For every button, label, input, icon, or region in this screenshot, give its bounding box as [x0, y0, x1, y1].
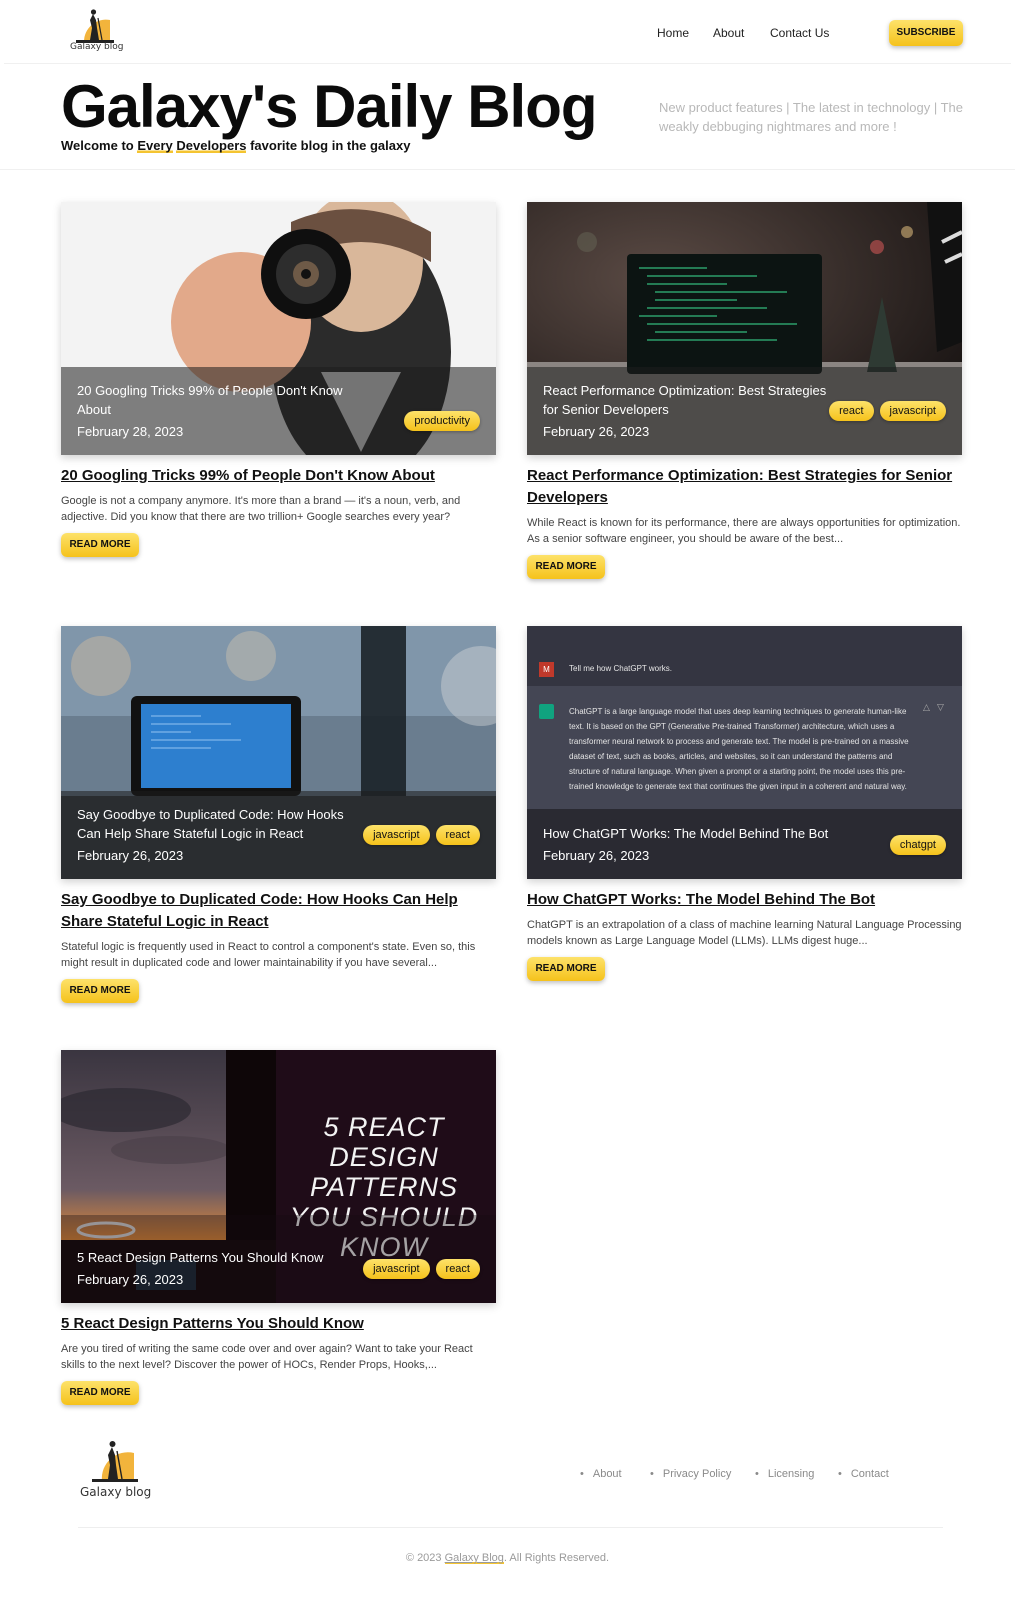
page-title: Galaxy's Daily Blog — [61, 73, 598, 140]
footer-logo-text: Galaxy blog — [80, 1485, 152, 1499]
post-card: 5 REACT DESIGN PATTERNS YOU SHOULD KNOW … — [61, 1050, 496, 1405]
post-card: 20 Googling Tricks 99% of People Don't K… — [61, 202, 496, 557]
post-overlay: 5 React Design Patterns You Should Know … — [61, 1215, 496, 1303]
post-title-link[interactable]: React Performance Optimization: Best Str… — [527, 465, 962, 509]
chatgpt-icon — [539, 704, 554, 719]
tag-badge[interactable]: javascript — [363, 825, 430, 845]
hero: Galaxy's Daily Blog Welcome to Every Dev… — [0, 64, 1015, 170]
post-image[interactable]: React Performance Optimization: Best Str… — [527, 202, 962, 455]
post-date: February 26, 2023 — [77, 1272, 184, 1287]
hero-tagline: New product features | The latest in tec… — [659, 100, 964, 134]
hero-highlight-every: Every — [137, 138, 173, 153]
tag-badge[interactable]: productivity — [404, 411, 480, 431]
nav-about[interactable]: About — [713, 26, 744, 40]
tag-badge[interactable]: javascript — [363, 1259, 430, 1279]
overlay-title: React Performance Optimization: Best Str… — [543, 383, 827, 417]
footer-logo[interactable]: Galaxy blog — [80, 1437, 152, 1502]
post-date: February 26, 2023 — [77, 848, 184, 863]
chat-prompt-text: Tell me how ChatGPT works. — [569, 664, 672, 673]
read-more-button[interactable]: READ MORE — [61, 979, 139, 1003]
overlay-title: 5 React Design Patterns You Should Know — [77, 1250, 324, 1265]
post-excerpt: While React is known for its performance… — [527, 517, 961, 545]
post-title-link[interactable]: 20 Googling Tricks 99% of People Don't K… — [61, 465, 496, 487]
tag-badge[interactable]: react — [435, 1259, 480, 1279]
read-more-button[interactable]: READ MORE — [61, 533, 139, 557]
post-overlay: Say Goodbye to Duplicated Code: How Hook… — [61, 791, 496, 879]
post-image[interactable]: Say Goodbye to Duplicated Code: How Hook… — [61, 626, 496, 879]
copyright-brand-link[interactable]: Galaxy Blog — [444, 1552, 504, 1564]
post-overlay: React Performance Optimization: Best Str… — [527, 367, 962, 455]
footer-link-contact[interactable]: Contact — [838, 1468, 889, 1480]
overlay-title: Say Goodbye to Duplicated Code: How Hook… — [77, 807, 344, 841]
post-card: Say Goodbye to Duplicated Code: How Hook… — [61, 626, 496, 1003]
copyright: © 2023 Galaxy Blog. All Rights Reserved. — [0, 1552, 1015, 1564]
read-more-button[interactable]: READ MORE — [527, 957, 605, 981]
post-card: React Performance Optimization: Best Str… — [527, 202, 962, 579]
post-image[interactable]: M Tell me how ChatGPT works. ChatGPT is … — [527, 626, 962, 879]
tag-list: javascript react — [363, 1259, 480, 1279]
copyright-suffix: . All Rights Reserved. — [503, 1552, 610, 1564]
tag-badge[interactable]: chatgpt — [889, 835, 946, 855]
read-more-button[interactable]: READ MORE — [61, 1381, 139, 1405]
post-date: February 26, 2023 — [543, 848, 650, 863]
nav-home[interactable]: Home — [657, 26, 689, 40]
post-title-link[interactable]: 5 React Design Patterns You Should Know — [61, 1313, 496, 1335]
tag-list: chatgpt — [889, 835, 946, 855]
footer-link-licensing[interactable]: Licensing — [755, 1468, 814, 1480]
post-title-link[interactable]: How ChatGPT Works: The Model Behind The … — [527, 889, 962, 911]
footer-link-privacy[interactable]: Privacy Policy — [650, 1468, 731, 1480]
read-more-button[interactable]: READ MORE — [527, 555, 605, 579]
thumbs-down-icon: ▽ — [937, 702, 944, 712]
nav-contact[interactable]: Contact Us — [770, 26, 829, 40]
post-overlay: 20 Googling Tricks 99% of People Don't K… — [61, 367, 496, 455]
post-title-link[interactable]: Say Goodbye to Duplicated Code: How Hook… — [61, 889, 496, 933]
subscribe-button[interactable]: SUBSCRIBE — [889, 20, 963, 46]
copyright-prefix: © 2023 — [405, 1552, 445, 1564]
hero-highlight-developers: Developers — [176, 138, 247, 153]
post-date: February 26, 2023 — [543, 424, 650, 439]
thumbs-up-icon: △ — [923, 702, 930, 712]
post-image[interactable]: 20 Googling Tricks 99% of People Don't K… — [61, 202, 496, 455]
logo[interactable]: Galaxy blog — [66, 6, 126, 58]
user-avatar: M — [539, 662, 554, 677]
tag-badge[interactable]: react — [829, 401, 874, 421]
footer-divider — [78, 1527, 943, 1528]
overlay-title: How ChatGPT Works: The Model Behind The … — [543, 826, 829, 841]
tag-list: react javascript — [829, 401, 946, 421]
hero-subtitle-suffix: favorite blog in the galaxy — [246, 138, 411, 153]
post-card: M Tell me how ChatGPT works. ChatGPT is … — [527, 626, 962, 981]
overlay-title: 20 Googling Tricks 99% of People Don't K… — [77, 383, 343, 417]
post-excerpt: Are you tired of writing the same code o… — [61, 1343, 473, 1371]
post-image[interactable]: 5 REACT DESIGN PATTERNS YOU SHOULD KNOW … — [61, 1050, 496, 1303]
post-excerpt: ChatGPT is an extrapolation of a class o… — [527, 919, 962, 947]
logo-icon — [76, 9, 114, 43]
post-excerpt: Stateful logic is frequently used in Rea… — [61, 941, 476, 969]
hero-subtitle: Welcome to Every Developers favorite blo… — [61, 138, 410, 153]
chat-answer-text: ChatGPT is a large language model that u… — [569, 707, 909, 791]
chat-prompt-row: M Tell me how ChatGPT works. — [527, 626, 962, 686]
tag-list: javascript react — [363, 825, 480, 845]
tag-list: productivity — [404, 411, 480, 431]
logo-text: Galaxy blog — [70, 42, 124, 52]
post-excerpt: Google is not a company anymore. It's mo… — [61, 495, 461, 523]
top-navbar: Galaxy blog Home About Contact Us SUBSCR… — [4, 2, 1011, 64]
footer-link-about[interactable]: About — [580, 1468, 622, 1480]
post-date: February 28, 2023 — [77, 424, 184, 439]
footer-logo-icon — [92, 1441, 138, 1482]
tag-badge[interactable]: javascript — [879, 401, 946, 421]
post-overlay: How ChatGPT Works: The Model Behind The … — [527, 809, 962, 879]
hero-subtitle-prefix: Welcome to — [61, 138, 138, 153]
tag-badge[interactable]: react — [435, 825, 480, 845]
